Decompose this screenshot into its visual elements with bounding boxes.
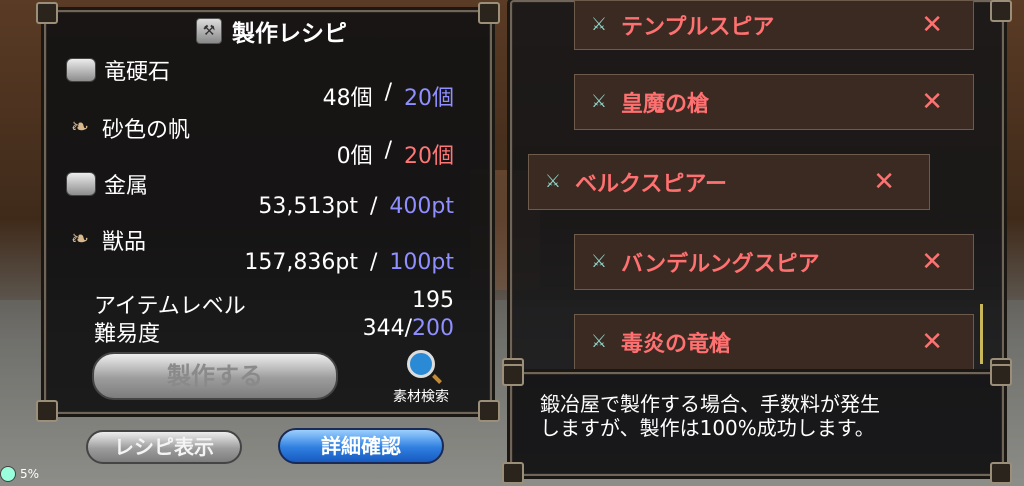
separator: /	[384, 138, 392, 163]
material-name: 竜硬石	[66, 54, 170, 86]
have-count: 0個	[336, 144, 373, 169]
spear-icon: ⚔	[590, 14, 608, 35]
material-name: ❧ 獣品	[66, 224, 146, 256]
craft-button[interactable]: 製作する	[92, 352, 338, 400]
list-scrollbar[interactable]	[980, 304, 983, 364]
frame-corner	[478, 400, 500, 422]
material-label: 金属	[104, 174, 149, 199]
magnifier-icon	[407, 350, 435, 378]
frame-corner	[990, 0, 1012, 22]
recipe-item[interactable]: ⚔ 毒炎の竜槍 ✕	[574, 314, 974, 370]
recipe-item[interactable]: ⚔ 皇魔の槍 ✕	[574, 74, 974, 130]
material-label: 竜硬石	[104, 60, 171, 85]
separator: /	[369, 194, 378, 219]
message-text: 鍛冶屋で製作する場合、手数料が発生 しますが、製作は100%成功します。	[540, 392, 880, 440]
spear-icon: ⚔	[590, 251, 608, 272]
horn-icon: ❧	[70, 227, 90, 252]
difficulty-max: 200	[412, 316, 454, 341]
frame-corner	[36, 400, 58, 422]
message-line: しますが、製作は100%成功します。	[540, 416, 875, 440]
have-count: 157,836pt	[244, 250, 358, 275]
need-count: 20個	[404, 144, 454, 169]
status-icon	[0, 466, 16, 482]
material-label: 獣品	[102, 230, 147, 255]
material-search-label: 素材検索	[393, 389, 449, 405]
status-indicator: 5%	[0, 466, 39, 482]
material-quantity: 53,513pt / 400pt	[258, 194, 454, 219]
recipe-panel: ⚒ 製作レシピ 竜硬石 48個 / 20個 ❧ 砂色の帆 0個 / 20個 金属…	[36, 2, 500, 422]
hammer-icon: ⚒	[196, 18, 222, 44]
recipe-view-button[interactable]: レシピ表示	[86, 430, 242, 464]
unavailable-mark: ✕	[873, 167, 895, 197]
need-count: 100pt	[389, 250, 454, 275]
detail-button[interactable]: 詳細確認	[278, 428, 444, 464]
frame-corner	[36, 2, 58, 24]
material-search-button[interactable]: 素材検索	[376, 350, 466, 406]
material-quantity: 0個 / 20個	[337, 138, 454, 170]
status-percent: 5%	[20, 467, 40, 481]
material-label: 砂色の帆	[102, 118, 191, 143]
stone-icon	[66, 58, 96, 82]
stone-icon	[66, 172, 96, 196]
frame-corner	[990, 462, 1012, 484]
recipe-item-selected[interactable]: ⚔ ベルクスピアー ✕	[528, 154, 930, 210]
message-line: 鍛冶屋で製作する場合、手数料が発生	[540, 392, 880, 416]
recipe-name: バンデルングスピア	[621, 252, 820, 277]
material-quantity: 48個 / 20個	[323, 80, 454, 112]
recipe-name: ベルクスピアー	[575, 172, 728, 197]
spear-icon: ⚔	[544, 171, 562, 192]
separator: /	[369, 250, 378, 275]
material-name: ❧ 砂色の帆	[66, 112, 190, 144]
difficulty-current: 344/	[362, 316, 412, 341]
spear-icon: ⚔	[590, 331, 608, 352]
message-panel: 鍛冶屋で製作する場合、手数料が発生 しますが、製作は100%成功します。	[502, 364, 1012, 484]
item-level-value: 195	[412, 288, 454, 313]
unavailable-mark: ✕	[921, 10, 943, 40]
have-count: 48個	[322, 86, 373, 111]
unavailable-mark: ✕	[921, 247, 943, 277]
recipe-name: 毒炎の竜槍	[621, 332, 732, 357]
recipe-name: テンプルスピア	[621, 15, 775, 40]
material-quantity: 157,836pt / 100pt	[244, 250, 454, 275]
unavailable-mark: ✕	[921, 327, 943, 357]
frame-corner	[502, 462, 524, 484]
difficulty-label: 難易度	[94, 322, 161, 347]
need-count: 20個	[404, 86, 454, 111]
horn-icon: ❧	[70, 115, 90, 140]
material-name: 金属	[66, 168, 148, 200]
frame-corner	[990, 364, 1012, 386]
frame-corner	[478, 2, 500, 24]
unavailable-mark: ✕	[921, 87, 943, 117]
recipe-name: 皇魔の槍	[621, 92, 710, 117]
difficulty-value: 344/200	[363, 316, 454, 341]
panel-title: ⚒ 製作レシピ	[196, 16, 347, 47]
recipe-item[interactable]: ⚔ バンデルングスピア ✕	[574, 234, 974, 290]
panel-title-text: 製作レシピ	[232, 21, 347, 47]
spear-icon: ⚔	[590, 91, 608, 112]
need-count: 400pt	[389, 194, 454, 219]
separator: /	[384, 80, 392, 105]
frame-corner	[502, 364, 524, 386]
have-count: 53,513pt	[258, 194, 358, 219]
recipe-item[interactable]: ⚔ テンプルスピア ✕	[574, 0, 974, 50]
